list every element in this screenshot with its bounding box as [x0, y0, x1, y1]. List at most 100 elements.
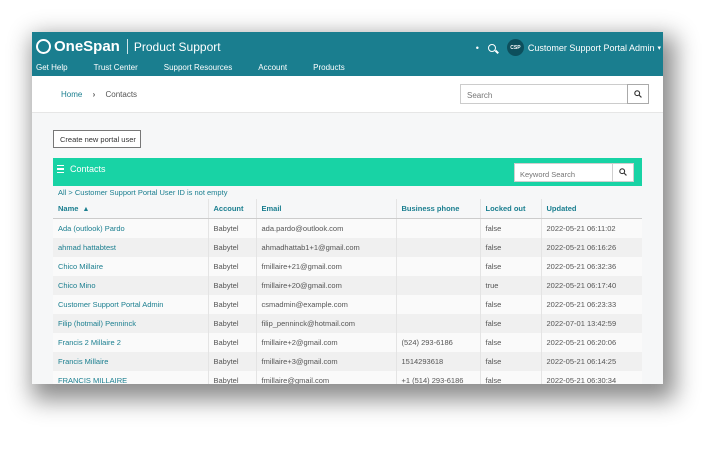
user-name[interactable]: Customer Support Portal Admin	[528, 43, 655, 53]
cell-business-phone	[395, 257, 480, 276]
cell-email: ahmadhattab1+1@gmail.com	[255, 238, 396, 257]
table-row[interactable]: ahmad hattabtest Babytel ahmadhattab1+1@gm…	[53, 238, 642, 257]
table-row[interactable]: Ada (outlook) Pardo Babytel ada.pardo@outl…	[53, 218, 642, 238]
top-header: OneSpan Product Support • CSP Customer S…	[32, 32, 663, 76]
cell-business-phone	[395, 276, 480, 295]
cell-updated: 2022-05-21 06:32:36	[540, 257, 642, 276]
cell-business-phone: +1 (514) 293-6186	[395, 371, 480, 384]
site-search-input[interactable]	[461, 87, 623, 104]
cell-account: Babytel	[207, 333, 256, 352]
cell-account: Babytel	[207, 218, 256, 238]
cell-account: Babytel	[207, 238, 256, 257]
cell-locked-out: false	[479, 371, 541, 384]
column-header-name[interactable]: Name ▲	[53, 199, 208, 219]
search-icon[interactable]	[487, 43, 496, 52]
menu-icon[interactable]	[57, 165, 64, 173]
nav-support-resources[interactable]: Support Resources	[164, 63, 232, 72]
keyword-search-box	[514, 163, 614, 183]
cell-email: ada.pardo@outlook.com	[255, 218, 396, 238]
cell-name[interactable]: Chico Millaire	[53, 257, 208, 276]
nav-get-help[interactable]: Get Help	[36, 63, 68, 72]
column-header-email[interactable]: Email	[255, 199, 396, 219]
search-icon	[619, 168, 627, 176]
table-row[interactable]: Francis Millaire Babytel fmillaire+3@gmail…	[53, 352, 642, 371]
column-header-business-phone[interactable]: Business phone	[395, 199, 480, 219]
cell-email: fmillaire+2@gmail.com	[255, 333, 396, 352]
table-row[interactable]: Francis 2 Millaire 2 Babytel fmillaire+2@g…	[53, 333, 642, 352]
cell-name[interactable]: FRANCIS MILLAIRE	[53, 371, 208, 384]
cell-business-phone	[395, 314, 480, 333]
cell-business-phone: 1514293618	[395, 352, 480, 371]
cell-locked-out: true	[479, 276, 541, 295]
main-nav: Get Help Trust Center Support Resources …	[36, 63, 371, 72]
cell-name[interactable]: Francis 2 Millaire 2	[53, 333, 208, 352]
cell-email: fmillaire+3@gmail.com	[255, 352, 396, 371]
cell-business-phone	[395, 238, 480, 257]
notification-dot[interactable]: •	[476, 43, 479, 53]
table-row[interactable]: FRANCIS MILLAIRE Babytel fmillaire@gmail.c…	[53, 371, 642, 384]
cell-name[interactable]: Ada (outlook) Pardo	[53, 218, 208, 238]
logo-divider	[126, 39, 128, 54]
cell-updated: 2022-05-21 06:11:02	[540, 218, 642, 238]
cell-locked-out: false	[479, 257, 541, 276]
cell-email: fmillaire+20@gmail.com	[255, 276, 396, 295]
contacts-panel-header: Contacts	[53, 158, 642, 186]
product-name: Product Support	[133, 39, 221, 54]
app-window: OneSpan Product Support • CSP Customer S…	[32, 32, 663, 384]
contacts-table: Name ▲ Account Email Business phone Locke…	[53, 199, 642, 384]
table-row[interactable]: Chico Mino Babytel fmillaire+20@gmail.com t…	[53, 276, 642, 295]
cell-business-phone	[395, 295, 480, 314]
cell-updated: 2022-05-21 06:17:40	[540, 276, 642, 295]
filter-description[interactable]: All > Customer Support Portal User ID is…	[58, 188, 227, 197]
header-right: • CSP Customer Support Portal Admin ▾	[476, 39, 661, 56]
nav-products[interactable]: Products	[313, 63, 345, 72]
cell-name[interactable]: ahmad hattabtest	[53, 238, 208, 257]
cell-email: filip_penninck@hotmail.com	[255, 314, 396, 333]
cell-name[interactable]: Customer Support Portal Admin	[53, 295, 208, 314]
cell-business-phone: (524) 293-6186	[395, 333, 480, 352]
sort-ascending-icon: ▲	[82, 206, 90, 213]
site-search-button[interactable]	[627, 84, 649, 104]
cell-email: csmadmin@example.com	[255, 295, 396, 314]
cell-locked-out: false	[479, 352, 541, 371]
chevron-right-icon: ›	[92, 90, 96, 99]
column-header-account[interactable]: Account	[207, 199, 256, 219]
keyword-search-button[interactable]	[612, 163, 634, 182]
cell-updated: 2022-05-21 06:23:33	[540, 295, 642, 314]
cell-updated: 2022-07-01 13:42:59	[540, 314, 642, 333]
cell-email: fmillaire@gmail.com	[255, 371, 396, 384]
cell-account: Babytel	[207, 257, 256, 276]
breadcrumb-bar: Home › Contacts	[32, 76, 663, 113]
table-header-row: Name ▲ Account Email Business phone Locke…	[53, 199, 642, 219]
cell-locked-out: false	[479, 333, 541, 352]
chevron-down-icon[interactable]: ▾	[657, 44, 661, 52]
cell-name[interactable]: Chico Mino	[53, 276, 208, 295]
column-header-updated[interactable]: Updated	[540, 199, 642, 219]
create-portal-user-button[interactable]: Create new portal user	[53, 130, 141, 148]
cell-business-phone	[395, 218, 480, 238]
brand-name: OneSpan	[54, 38, 120, 55]
breadcrumb: Home › Contacts	[61, 90, 137, 99]
site-search-box	[460, 84, 628, 104]
nav-trust-center[interactable]: Trust Center	[94, 63, 138, 72]
onespan-logo[interactable]: OneSpan Product Support	[36, 38, 221, 55]
panel-title: Contacts	[70, 164, 106, 174]
cell-account: Babytel	[207, 371, 256, 384]
table-row[interactable]: Chico Millaire Babytel fmillaire+21@gmail.…	[53, 257, 642, 276]
cell-account: Babytel	[207, 276, 256, 295]
nav-account[interactable]: Account	[258, 63, 287, 72]
breadcrumb-current: Contacts	[105, 90, 138, 99]
cell-account: Babytel	[207, 314, 256, 333]
cell-name[interactable]: Francis Millaire	[53, 352, 208, 371]
table-row[interactable]: Customer Support Portal Admin Babytel csma…	[53, 295, 642, 314]
avatar[interactable]: CSP	[506, 39, 524, 56]
cell-updated: 2022-05-21 06:14:25	[540, 352, 642, 371]
table-row[interactable]: Filip (hotmail) Penninck Babytel filip_pen…	[53, 314, 642, 333]
breadcrumb-home[interactable]: Home	[61, 90, 82, 99]
cell-locked-out: false	[479, 295, 541, 314]
logo-ring-icon	[36, 39, 51, 54]
column-header-locked-out[interactable]: Locked out	[479, 199, 541, 219]
cell-name[interactable]: Filip (hotmail) Penninck	[53, 314, 208, 333]
panel-title-wrap: Contacts	[57, 164, 106, 174]
keyword-search-input[interactable]	[515, 166, 613, 183]
